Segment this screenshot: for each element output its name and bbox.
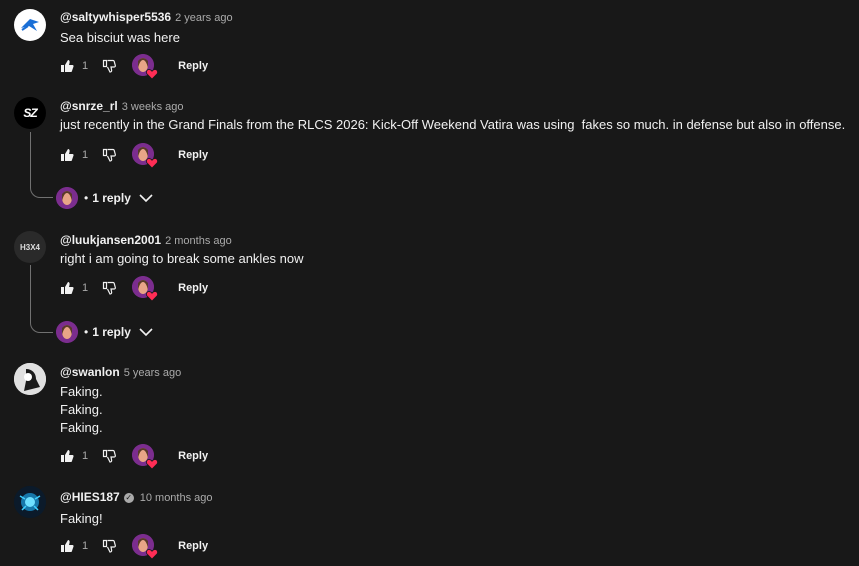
thumbs-up-icon[interactable] [58, 537, 76, 555]
reply-button[interactable]: Reply [178, 60, 208, 72]
comment-text: right i am going to break some ankles no… [60, 251, 304, 266]
heart-icon [146, 459, 159, 470]
avatar-text: SZ [23, 106, 37, 120]
separator-dot: • [84, 191, 89, 205]
comment-time[interactable]: 5 years ago [124, 367, 181, 379]
reply-button[interactable]: Reply [178, 450, 208, 462]
avatar-text: H3X4 [19, 242, 40, 252]
avatar[interactable] [14, 486, 46, 518]
creator-heart [132, 54, 159, 80]
author-name[interactable]: @luukjansen2001 [60, 233, 161, 247]
author-line: @saltywhisper5536 2 years ago [60, 10, 233, 24]
comment-time[interactable]: 2 months ago [165, 235, 232, 247]
avatar[interactable] [14, 363, 46, 395]
thumbs-up-icon[interactable] [58, 279, 76, 297]
like-count: 1 [82, 149, 89, 161]
chevron-down-icon [139, 328, 153, 337]
thread-connector [30, 265, 53, 333]
creator-avatar [56, 321, 78, 343]
verified-icon: ✓ [123, 493, 134, 503]
author-line: @luukjansen2001 2 months ago [60, 233, 232, 247]
comment-actions: 1 Reply [58, 54, 208, 80]
comment-thread: @swanlon 5 years ago Faking. Faking. Faki… [0, 355, 859, 480]
avatar[interactable] [14, 9, 46, 41]
author-name[interactable]: @snrze_rl [60, 99, 118, 113]
thumbs-down-icon[interactable] [100, 146, 118, 164]
creator-heart [132, 444, 159, 470]
reply-button[interactable]: Reply [178, 149, 208, 161]
thumbs-down-icon[interactable] [100, 57, 118, 75]
comment-time[interactable]: 2 years ago [175, 12, 232, 24]
comment-time[interactable]: 3 weeks ago [122, 101, 184, 113]
thumbs-up-icon[interactable] [58, 447, 76, 465]
replies-count: 1 reply [92, 325, 131, 339]
heart-icon [146, 69, 159, 80]
author-line: @snrze_rl 3 weeks ago [60, 99, 184, 113]
replies-count: 1 reply [92, 191, 131, 205]
author-line: @HIES187 ✓ 10 months ago [60, 490, 213, 504]
comment-text: Faking. Faking. Faking. [60, 384, 103, 435]
reply-button[interactable]: Reply [178, 282, 208, 294]
like-count: 1 [82, 282, 89, 294]
thumbs-up-icon[interactable] [58, 146, 76, 164]
like-count: 1 [82, 540, 89, 552]
heart-icon [146, 549, 159, 560]
comment-actions: 1 Reply [58, 444, 208, 470]
heart-icon [146, 291, 159, 302]
thread-connector [30, 132, 53, 198]
creator-heart [132, 534, 159, 560]
creator-heart [132, 143, 159, 169]
like-count: 1 [82, 60, 89, 72]
comment-thread: @saltywhisper5536 2 years ago Sea bisciut… [0, 0, 859, 90]
rocket-league-logo-icon [17, 12, 43, 38]
avatar[interactable]: H3X4 [14, 231, 46, 263]
author-name[interactable]: @saltywhisper5536 [60, 10, 171, 24]
creator-avatar [56, 187, 78, 209]
creator-heart [132, 276, 159, 302]
author-name[interactable]: @swanlon [60, 365, 120, 379]
comment-text: just recently in the Grand Finals from t… [60, 117, 846, 132]
comment-text: Sea bisciut was here [60, 30, 180, 45]
separator-dot: • [84, 325, 89, 339]
thumbs-up-icon[interactable] [58, 57, 76, 75]
comment-actions: 1 Reply [58, 276, 208, 302]
comment-actions: 1 Reply [58, 534, 208, 560]
thumbs-down-icon[interactable] [100, 279, 118, 297]
comment-thread: @HIES187 ✓ 10 months ago Faking! 1 Reply [0, 480, 859, 566]
comment-thread: H3X4 @luukjansen2001 2 months ago right i… [0, 225, 859, 350]
thumbs-down-icon[interactable] [100, 447, 118, 465]
glowing-emblem-icon [14, 486, 46, 518]
author-name[interactable]: @HIES187 [60, 490, 120, 504]
reply-button[interactable]: Reply [178, 540, 208, 552]
avatar[interactable]: SZ [14, 97, 46, 129]
comment-time[interactable]: 10 months ago [140, 492, 213, 504]
view-replies-button[interactable]: • 1 reply [56, 186, 153, 210]
chevron-down-icon [139, 194, 153, 203]
comment-actions: 1 Reply [58, 143, 208, 169]
profile-photo-icon [14, 363, 46, 395]
author-line: @swanlon 5 years ago [60, 365, 181, 379]
comment-text: Faking! [60, 511, 103, 526]
thumbs-down-icon[interactable] [100, 537, 118, 555]
like-count: 1 [82, 450, 89, 462]
heart-icon [146, 158, 159, 169]
comment-thread: SZ @snrze_rl 3 weeks ago just recently in… [0, 90, 859, 215]
view-replies-button[interactable]: • 1 reply [56, 320, 153, 344]
